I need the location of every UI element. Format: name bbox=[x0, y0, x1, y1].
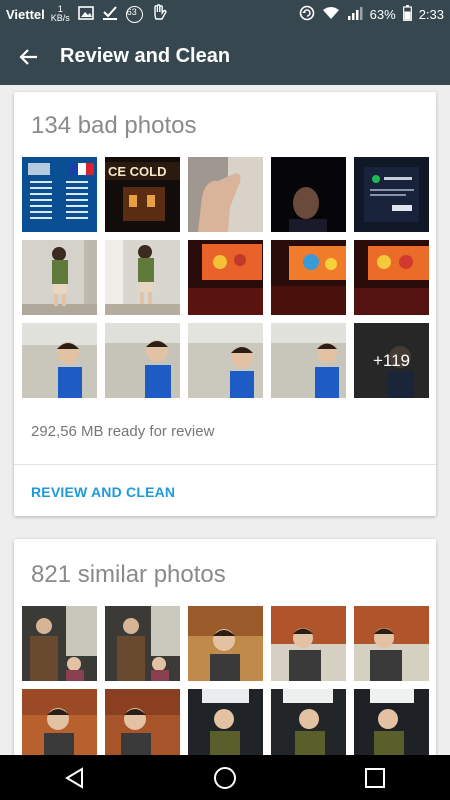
battery-icon bbox=[402, 4, 412, 24]
photo-thumbnail[interactable] bbox=[22, 157, 97, 232]
square-recents-icon bbox=[365, 767, 385, 788]
nav-home-button[interactable] bbox=[195, 755, 255, 800]
photo-thumbnail[interactable] bbox=[188, 157, 263, 232]
triangle-back-icon bbox=[65, 766, 83, 789]
notification-count-badge: 63 bbox=[125, 5, 143, 23]
network-speed: 1 KB/s bbox=[51, 5, 70, 23]
content-scroll-area[interactable]: 134 bad photos CE COLD +119 292,56 MB re… bbox=[0, 85, 450, 755]
signal-icon bbox=[347, 6, 363, 23]
photo-thumbnail[interactable] bbox=[22, 689, 97, 755]
photo-thumbnail[interactable] bbox=[105, 323, 180, 398]
photo-thumbnail[interactable] bbox=[354, 240, 429, 315]
back-button[interactable] bbox=[0, 28, 56, 85]
photo-thumbnail[interactable] bbox=[188, 689, 263, 755]
photo-thumbnail[interactable] bbox=[271, 323, 346, 398]
similar-photos-title: 821 similar photos bbox=[31, 561, 226, 588]
photo-thumbnail[interactable] bbox=[354, 689, 429, 755]
carrier-name: Viettel bbox=[6, 6, 45, 22]
app-bar: Review and Clean bbox=[0, 28, 450, 85]
photo-thumbnail[interactable] bbox=[188, 606, 263, 681]
page-title: Review and Clean bbox=[60, 45, 231, 67]
photo-thumbnail[interactable] bbox=[105, 240, 180, 315]
photo-thumbnail[interactable] bbox=[22, 240, 97, 315]
photo-thumbnail[interactable] bbox=[271, 157, 346, 232]
bad-photos-grid: CE COLD +119 bbox=[22, 157, 429, 398]
sync-icon bbox=[299, 5, 315, 24]
photo-thumbnail[interactable]: CE COLD bbox=[105, 157, 180, 232]
status-right-group: 63% 2:33 bbox=[299, 4, 444, 24]
card-divider bbox=[14, 464, 436, 465]
photo-thumbnail[interactable] bbox=[271, 240, 346, 315]
circle-home-icon bbox=[214, 766, 236, 789]
svg-text:CE COLD: CE COLD bbox=[108, 164, 167, 179]
photo-thumbnail[interactable] bbox=[188, 323, 263, 398]
nav-back-button[interactable] bbox=[45, 755, 105, 800]
gallery-icon bbox=[77, 5, 94, 23]
similar-photos-grid bbox=[22, 606, 429, 755]
arrow-left-icon bbox=[19, 48, 37, 65]
navigation-bar bbox=[0, 755, 450, 800]
photo-thumbnail[interactable] bbox=[271, 689, 346, 755]
bad-photos-card: 134 bad photos CE COLD +119 292,56 MB re… bbox=[14, 92, 436, 516]
status-bar: Viettel 1 KB/s 63 63% 2:33 bbox=[0, 0, 450, 28]
nav-recents-button[interactable] bbox=[345, 755, 405, 800]
photo-thumbnail[interactable] bbox=[188, 240, 263, 315]
more-photos-count: +119 bbox=[372, 350, 411, 370]
network-speed-unit: KB/s bbox=[50, 13, 70, 23]
check-download-icon bbox=[102, 5, 118, 24]
review-and-clean-button[interactable]: REVIEW AND CLEAN bbox=[31, 484, 175, 500]
more-photos-tile[interactable]: +119 bbox=[354, 323, 429, 398]
clock: 2:33 bbox=[418, 6, 444, 22]
similar-photos-card: 821 similar photos bbox=[14, 539, 436, 755]
photo-thumbnail[interactable] bbox=[354, 157, 429, 232]
hand-icon bbox=[151, 3, 167, 25]
photo-thumbnail[interactable] bbox=[105, 606, 180, 681]
photo-thumbnail[interactable] bbox=[22, 606, 97, 681]
photo-thumbnail[interactable] bbox=[271, 606, 346, 681]
bad-photos-title: 134 bad photos bbox=[31, 112, 197, 139]
photo-thumbnail[interactable] bbox=[354, 606, 429, 681]
photo-thumbnail[interactable] bbox=[105, 689, 180, 755]
review-size-text: 292,56 MB ready for review bbox=[31, 423, 215, 440]
photo-thumbnail[interactable] bbox=[22, 323, 97, 398]
battery-percent: 63% bbox=[369, 6, 396, 22]
wifi-icon bbox=[322, 6, 340, 23]
